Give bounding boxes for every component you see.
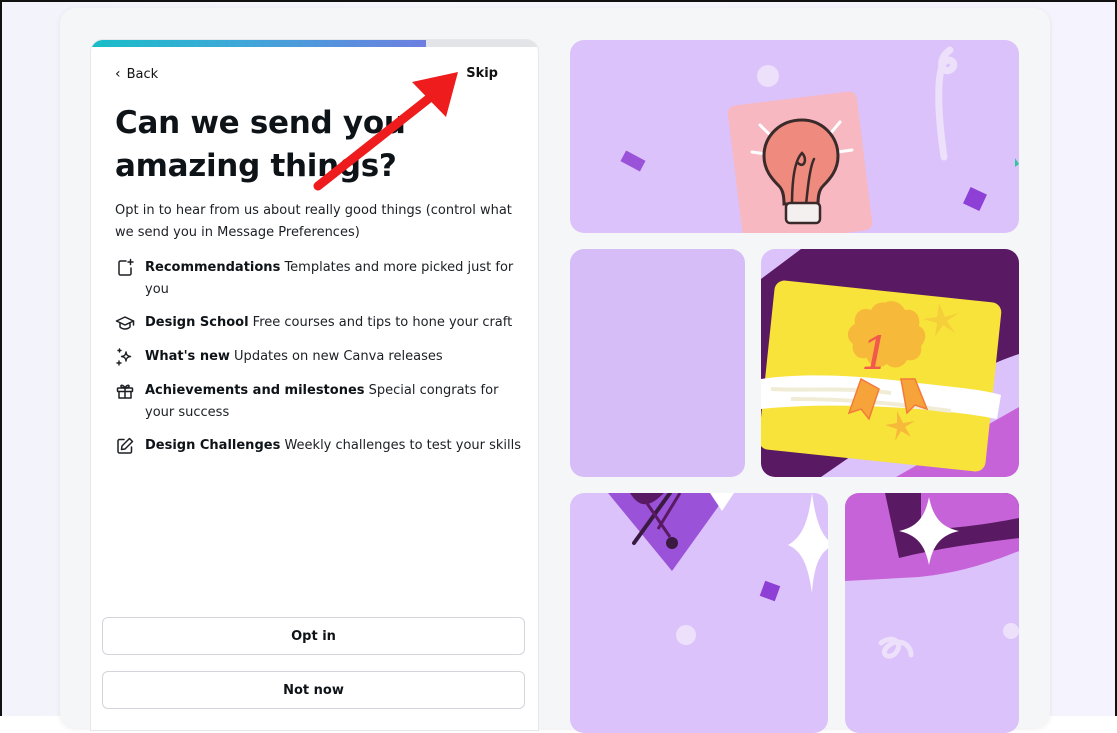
stars-illustration — [845, 493, 1019, 659]
feature-item-achievements: Achievements and milestones Special cong… — [115, 380, 527, 435]
feature-text: Design School Free courses and tips to h… — [145, 315, 513, 330]
lightbulb-illustration — [620, 46, 1019, 233]
not-now-button[interactable]: Not now — [102, 671, 525, 709]
progress-bar-fill — [91, 40, 427, 47]
badge-number: 1 — [861, 326, 890, 380]
feature-list: Recommendations Templates and more picke… — [115, 257, 527, 469]
back-label: Back — [126, 66, 159, 82]
progress-bar — [91, 40, 538, 47]
sparkles-icon — [116, 348, 132, 366]
onboarding-panel: ‹ Back Skip Can we send you amazing thin… — [91, 40, 538, 730]
feature-item-recommendations: Recommendations Templates and more picke… — [115, 257, 527, 312]
feature-text: What's new Updates on new Canva releases — [145, 349, 443, 364]
certificate-illustration: 1 — [761, 249, 1019, 477]
feature-item-whats-new: What's new Updates on new Canva releases — [115, 346, 527, 380]
sparkle-document-icon — [118, 258, 134, 276]
illustration-tile-certificate: 1 — [761, 249, 1019, 477]
feature-item-design-school: Design School Free courses and tips to h… — [115, 312, 527, 346]
page-subtitle: Opt in to hear from us about really good… — [115, 203, 512, 240]
gift-icon — [116, 384, 134, 399]
illustration-tile-lightbulb — [570, 40, 1019, 233]
illustration-tile-stars — [845, 493, 1019, 733]
chevron-left-icon: ‹ — [115, 66, 121, 82]
opt-in-button[interactable]: Opt in — [102, 617, 525, 655]
feature-text: Achievements and milestones Special cong… — [145, 383, 499, 420]
back-button[interactable]: ‹ Back — [115, 66, 158, 82]
illustration-tile-plain — [570, 249, 745, 477]
page-title: Can we send you amazing things? — [115, 105, 406, 184]
graduation-cap-icon — [115, 316, 135, 330]
skip-button[interactable]: Skip — [466, 66, 498, 81]
trophy-illustration — [608, 493, 828, 645]
illustration-tile-trophy — [570, 493, 828, 733]
pencil-edit-icon — [117, 437, 134, 454]
feature-item-design-challenges: Design Challenges Weekly challenges to t… — [115, 435, 527, 469]
feature-text: Recommendations Templates and more picke… — [145, 260, 514, 297]
feature-text: Design Challenges Weekly challenges to t… — [145, 438, 522, 453]
